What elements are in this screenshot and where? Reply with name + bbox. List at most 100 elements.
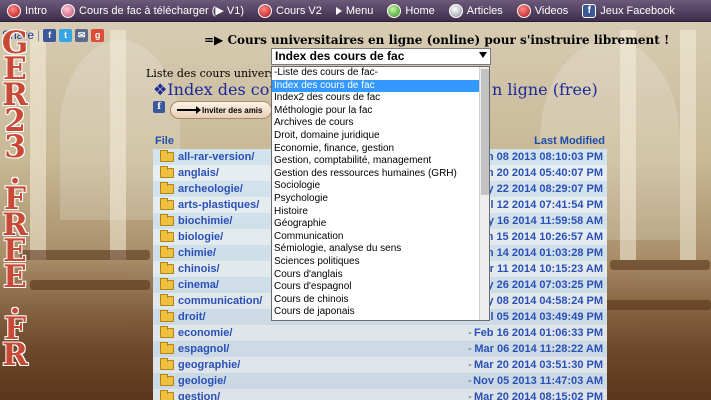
col-file[interactable]: File bbox=[155, 135, 174, 149]
folder-icon bbox=[160, 214, 174, 226]
dropdown-option[interactable]: Cours de chinois bbox=[272, 294, 479, 307]
folder-link[interactable]: arts-plastiques/ bbox=[178, 199, 259, 211]
email-share-icon[interactable]: ✉ bbox=[75, 28, 89, 42]
dropdown-option[interactable]: Méthologie pour la fac bbox=[272, 105, 479, 118]
last-modified-date: ay 16 2014 11:59:58 AM bbox=[481, 215, 603, 227]
dropdown-option[interactable]: Sociologie bbox=[272, 180, 479, 193]
last-modified-date: ar 11 2014 10:15:23 AM bbox=[483, 263, 603, 275]
folder-link[interactable]: anglais/ bbox=[178, 167, 219, 179]
nav-item-jeux-facebook[interactable]: f Jeux Facebook bbox=[575, 0, 682, 21]
folder-link[interactable]: economie/ bbox=[178, 327, 232, 339]
googleplus-share-icon[interactable]: g bbox=[91, 28, 105, 42]
dropdown-option[interactable]: Sémiologie, analyse du sens bbox=[272, 243, 479, 256]
size-dash: - bbox=[468, 359, 472, 371]
table-row[interactable]: geologie/ - Nov 05 2013 11:47:03 AM bbox=[153, 373, 607, 389]
folder-icon bbox=[160, 326, 174, 338]
home-icon bbox=[387, 3, 402, 18]
nav-item-cours-v1[interactable]: Cours de fac à télécharger (▶ V1) bbox=[54, 0, 251, 21]
dropdown-option[interactable]: Gestion, comptabilité, management bbox=[272, 155, 479, 168]
last-modified-date: Mar 20 2014 08:15:02 PM bbox=[473, 391, 603, 400]
invite-friends-button[interactable]: Inviter des amis bbox=[170, 101, 272, 119]
facebook-share-icon[interactable]: f bbox=[43, 28, 57, 42]
nav-label: Videos bbox=[534, 4, 569, 17]
folder-icon bbox=[160, 390, 174, 400]
nav-item-home[interactable]: Home bbox=[380, 0, 441, 21]
folder-link[interactable]: geologie/ bbox=[178, 375, 226, 387]
col-last-modified[interactable]: Last Modified bbox=[534, 135, 605, 149]
course-select[interactable]: Index des cours de fac bbox=[271, 48, 491, 65]
twitter-share-icon[interactable]: t bbox=[59, 28, 73, 42]
folder-link[interactable]: biologie/ bbox=[178, 231, 223, 243]
folder-icon bbox=[160, 262, 174, 274]
dropdown-option[interactable]: -Liste des cours de fac- bbox=[272, 67, 479, 80]
folder-link[interactable]: cinema/ bbox=[178, 279, 219, 291]
dropdown-option[interactable]: Sciences politiques bbox=[272, 256, 479, 269]
play-icon bbox=[516, 3, 531, 18]
folder-link[interactable]: communication/ bbox=[178, 295, 262, 307]
size-dash: - bbox=[468, 343, 472, 355]
dropdown-option[interactable]: Cours de japonais bbox=[272, 306, 479, 319]
folder-link[interactable]: chimie/ bbox=[178, 247, 216, 259]
dropdown-option[interactable]: Géographie bbox=[272, 218, 479, 231]
dropdown-option[interactable]: Archives de cours bbox=[272, 117, 479, 130]
table-row[interactable]: gestion/ - Mar 20 2014 08:15:02 PM bbox=[153, 389, 607, 400]
nav-item-intro[interactable]: Intro bbox=[0, 0, 54, 21]
last-modified-date: ay 22 2014 08:29:07 PM bbox=[481, 183, 603, 195]
table-row[interactable]: economie/ - Feb 16 2014 01:06:33 PM bbox=[153, 325, 607, 341]
red-ball-icon bbox=[7, 3, 21, 18]
table-row[interactable]: espagnol/ - Mar 06 2014 11:28:22 AM bbox=[153, 341, 607, 357]
red-ball-icon bbox=[258, 3, 272, 18]
folder-link[interactable]: geographie/ bbox=[178, 359, 240, 371]
size-dash: - bbox=[468, 391, 472, 400]
dropdown-option[interactable]: Cours d'anglais bbox=[272, 269, 479, 282]
chevron-down-icon bbox=[479, 52, 487, 58]
nav-item-menu[interactable]: Menu bbox=[329, 0, 381, 21]
dropdown-option[interactable]: Droit, domaine juridique bbox=[272, 130, 479, 143]
last-modified-date: Mar 20 2014 03:51:30 PM bbox=[473, 359, 603, 371]
folder-link[interactable]: espagnol/ bbox=[178, 343, 229, 355]
nav-item-videos[interactable]: Videos bbox=[510, 0, 575, 21]
table-row[interactable]: geographie/ - Mar 20 2014 03:51:30 PM bbox=[153, 357, 607, 373]
dropdown-option[interactable]: Cours d'espagnol bbox=[272, 281, 479, 294]
arrow-icon bbox=[177, 106, 201, 114]
pink-ball-icon bbox=[61, 3, 76, 18]
folder-icon bbox=[160, 198, 174, 210]
dropdown-scrollbar[interactable] bbox=[479, 67, 489, 320]
folder-icon bbox=[160, 278, 174, 290]
last-modified-date: ay 26 2014 07:03:25 PM bbox=[481, 279, 603, 291]
dropdown-option[interactable]: Index2 des cours de fac bbox=[272, 92, 479, 105]
page-headline: =▶ Cours universitaires en ligne (online… bbox=[204, 33, 670, 47]
dropdown-option[interactable]: Gestion des ressources humaines (GRH) bbox=[272, 168, 479, 181]
nav-item-cours-v2[interactable]: Cours V2 bbox=[251, 0, 329, 21]
arrow-icon bbox=[335, 6, 342, 15]
folder-icon bbox=[160, 310, 174, 322]
last-modified-date: un 08 2013 08:10:03 PM bbox=[480, 151, 603, 163]
folder-link[interactable]: chinois/ bbox=[178, 263, 220, 275]
nav-label: Menu bbox=[345, 4, 374, 17]
folder-link[interactable]: biochimie/ bbox=[178, 215, 232, 227]
dropdown-option[interactable]: Economie, finance, gestion bbox=[272, 143, 479, 156]
last-modified-date: Jul 12 2014 07:41:54 PM bbox=[477, 199, 603, 211]
folder-icon bbox=[160, 166, 174, 178]
last-modified-date: un 20 2014 05:40:07 PM bbox=[480, 167, 603, 179]
nav-label: Jeux Facebook bbox=[600, 4, 675, 17]
course-select-dropdown: -Liste des cours de fac- Index des cours … bbox=[271, 66, 490, 321]
folder-link[interactable]: archeologie/ bbox=[178, 183, 243, 195]
vertical-site-title: G E R 2 3 . F R E E . F R bbox=[1, 25, 29, 373]
dropdown-option[interactable]: Histoire bbox=[272, 206, 479, 219]
folder-link[interactable]: gestion/ bbox=[178, 391, 220, 400]
nav-label: Articles bbox=[466, 4, 503, 17]
size-dash: - bbox=[468, 375, 472, 387]
listing-subtitle: Liste des cours universi bbox=[146, 67, 279, 80]
folder-icon bbox=[160, 182, 174, 194]
dropdown-option[interactable]: Psychologie bbox=[272, 193, 479, 206]
dropdown-option[interactable]: Communication bbox=[272, 231, 479, 244]
nav-item-articles[interactable]: Articles bbox=[442, 0, 510, 21]
folder-link[interactable]: all-rar-version/ bbox=[178, 151, 254, 163]
last-modified-date: ay 08 2014 04:58:24 PM bbox=[481, 295, 603, 307]
scrollbar-thumb[interactable] bbox=[481, 69, 489, 195]
nav-label: Home bbox=[405, 4, 435, 17]
dropdown-option[interactable]: Index des cours de fac bbox=[272, 79, 479, 93]
last-modified-date: Jul 05 2014 03:49:49 PM bbox=[477, 311, 603, 323]
folder-link[interactable]: droit/ bbox=[178, 311, 206, 323]
